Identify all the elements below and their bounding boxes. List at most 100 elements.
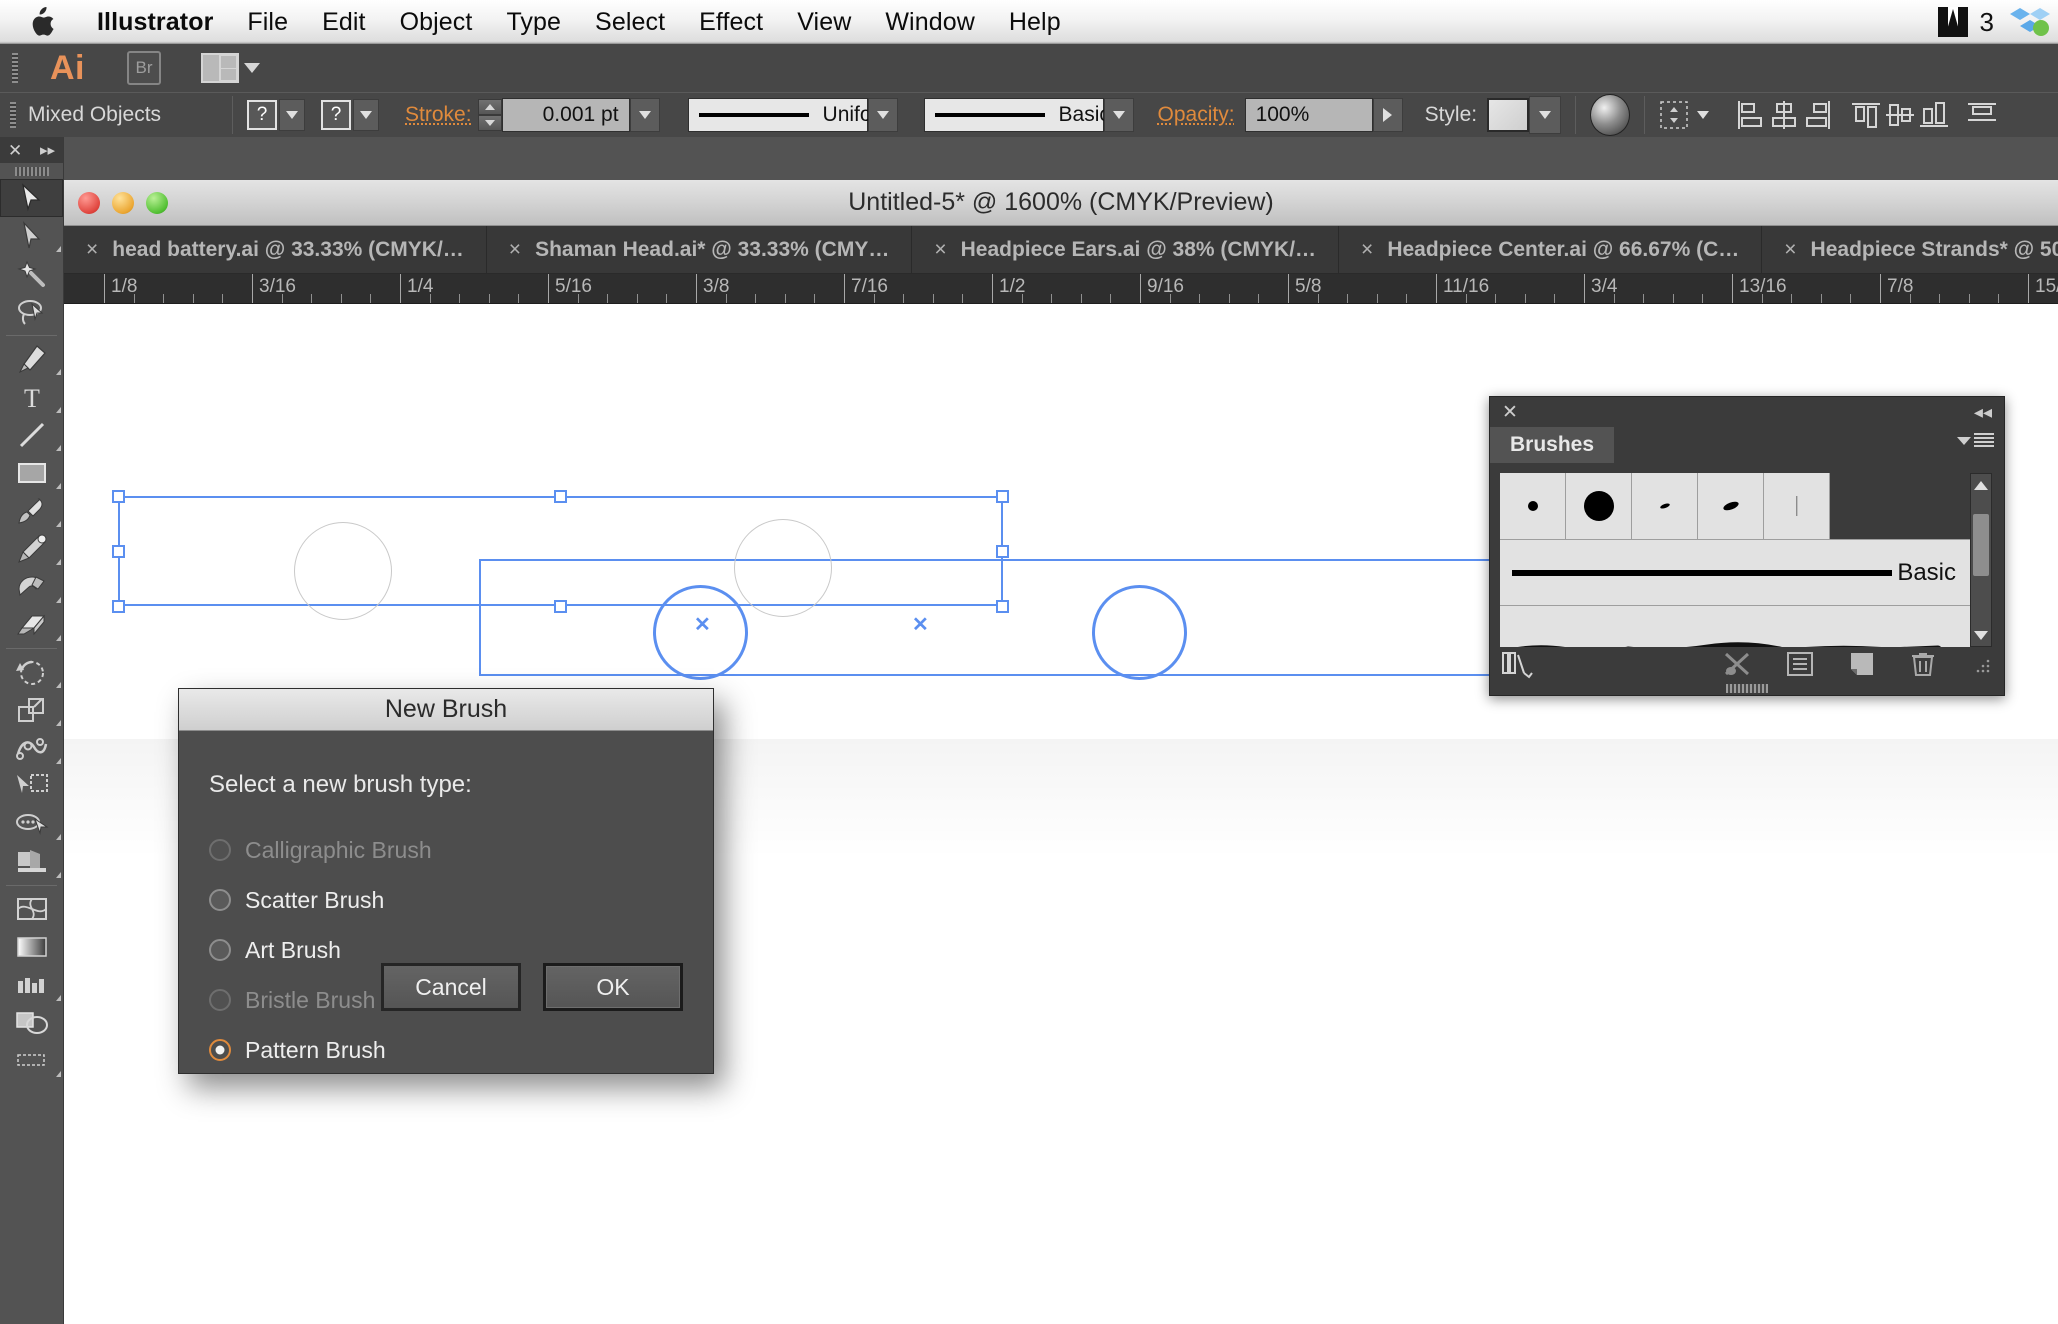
pencil-tool[interactable] bbox=[0, 530, 63, 568]
tools-panel-gripper[interactable] bbox=[0, 163, 63, 179]
stroke-weight-dropdown[interactable] bbox=[629, 98, 660, 132]
fill-color-control[interactable]: ? bbox=[247, 99, 305, 131]
scale-tool[interactable] bbox=[0, 691, 63, 729]
document-tab-2[interactable]: × Headpiece Ears.ai @ 38% (CMYK/… bbox=[912, 226, 1340, 273]
blob-brush-tool[interactable] bbox=[0, 568, 63, 606]
stroke-dropdown-button[interactable] bbox=[353, 99, 379, 131]
brushes-panel-titlebar[interactable]: ✕ ◂◂ bbox=[1490, 397, 2004, 427]
control-panel-gripper[interactable] bbox=[10, 102, 16, 128]
radio-label[interactable]: Pattern Brush bbox=[245, 1037, 386, 1064]
brush-swatch-10pt-round[interactable] bbox=[1566, 473, 1632, 539]
options-of-selected-object-icon[interactable] bbox=[1786, 651, 1814, 677]
gradient-tool[interactable] bbox=[0, 928, 63, 966]
tab-close-icon[interactable]: × bbox=[509, 238, 521, 262]
arrange-documents-button[interactable] bbox=[201, 53, 260, 83]
rectangle-tool[interactable] bbox=[0, 454, 63, 492]
brushes-list[interactable]: Basic bbox=[1500, 473, 1970, 647]
selection-handle[interactable] bbox=[996, 545, 1009, 558]
selection-handle[interactable] bbox=[112, 600, 125, 613]
dropbox-icon[interactable] bbox=[2010, 6, 2050, 38]
minimize-button[interactable] bbox=[112, 191, 134, 214]
panel-menu-icon[interactable] bbox=[1957, 433, 1994, 449]
art-brush-basic-row[interactable]: Basic bbox=[1500, 539, 1970, 605]
selection-handle[interactable] bbox=[554, 490, 567, 503]
artwork-circle-selected[interactable] bbox=[1092, 585, 1187, 680]
type-tool[interactable]: T bbox=[0, 378, 63, 416]
resize-grip-icon[interactable] bbox=[1970, 653, 1992, 675]
transform-panel-icon[interactable] bbox=[1659, 99, 1693, 131]
free-transform-tool[interactable] bbox=[0, 767, 63, 805]
stroke-weight-increase[interactable] bbox=[477, 99, 502, 115]
radio-label[interactable]: Art Brush bbox=[245, 937, 341, 964]
align-right-icon[interactable] bbox=[1801, 99, 1835, 131]
pen-tool[interactable] bbox=[0, 340, 63, 378]
artwork-ellipse[interactable] bbox=[734, 519, 832, 617]
brush-libraries-menu-icon[interactable] bbox=[1500, 649, 1538, 679]
double-chevron-left-icon[interactable]: ◂◂ bbox=[1974, 402, 1992, 423]
tab-close-icon[interactable]: × bbox=[86, 238, 98, 262]
artwork-ellipse[interactable] bbox=[294, 522, 392, 620]
mesh-tool[interactable] bbox=[0, 890, 63, 928]
brush-swatch-fine-line[interactable] bbox=[1764, 473, 1830, 539]
stroke-swatch-mixed[interactable]: ? bbox=[321, 100, 351, 130]
art-brush-charcoal-row[interactable] bbox=[1500, 605, 1970, 647]
stroke-color-control[interactable]: ? bbox=[321, 99, 379, 131]
radio-option-pattern-brush[interactable]: Pattern Brush bbox=[209, 1025, 713, 1075]
scrollbar-thumb[interactable] bbox=[1973, 514, 1989, 576]
lasso-tool[interactable] bbox=[0, 293, 63, 331]
menu-item-object[interactable]: Object bbox=[383, 0, 490, 44]
shape-builder-tool[interactable] bbox=[0, 805, 63, 843]
brush-swatch-small-tilt[interactable] bbox=[1698, 473, 1764, 539]
tab-brushes[interactable]: Brushes bbox=[1490, 427, 1615, 463]
tab-close-icon[interactable]: × bbox=[1784, 238, 1796, 262]
close-button[interactable] bbox=[78, 191, 100, 214]
rotate-tool[interactable] bbox=[0, 653, 63, 691]
opacity-label[interactable]: Opacity: bbox=[1158, 103, 1235, 127]
menu-item-view[interactable]: View bbox=[780, 0, 868, 44]
tab-close-icon[interactable]: × bbox=[1361, 238, 1373, 262]
brushes-panel-resize-gripper[interactable] bbox=[1490, 681, 2004, 695]
stroke-weight-stepper[interactable] bbox=[477, 99, 502, 131]
align-vertical-center-icon[interactable] bbox=[1883, 99, 1917, 131]
opacity-dropdown[interactable] bbox=[1372, 98, 1403, 132]
menu-item-type[interactable]: Type bbox=[489, 0, 578, 44]
graphic-style-dropdown[interactable] bbox=[1529, 96, 1562, 134]
radio-button[interactable] bbox=[209, 1039, 231, 1061]
new-brush-icon[interactable] bbox=[1848, 651, 1876, 677]
transform-dropdown[interactable] bbox=[1693, 99, 1713, 131]
document-tab-3[interactable]: × Headpiece Center.ai @ 66.67% (C… bbox=[1339, 226, 1763, 273]
window-title-bar[interactable]: Untitled-5* @ 1600% (CMYK/Preview) bbox=[64, 180, 2058, 226]
appbar-gripper[interactable] bbox=[12, 53, 18, 83]
align-top-icon[interactable] bbox=[1849, 99, 1883, 131]
magic-wand-tool[interactable] bbox=[0, 255, 63, 293]
width-tool[interactable] bbox=[0, 729, 63, 767]
apple-logo-icon[interactable] bbox=[28, 6, 54, 37]
brush-swatch-5pt-round[interactable] bbox=[1500, 473, 1566, 539]
selection-handle[interactable] bbox=[112, 490, 125, 503]
remove-brush-stroke-icon[interactable] bbox=[1722, 650, 1752, 678]
bridge-button[interactable]: Br bbox=[127, 51, 161, 85]
brush-definition-select[interactable]: Basic bbox=[923, 98, 1110, 132]
recolor-artwork-icon[interactable] bbox=[1590, 94, 1631, 136]
document-tab-0[interactable]: × head battery.ai @ 33.33% (CMYK/… bbox=[64, 226, 487, 273]
fill-dropdown-button[interactable] bbox=[279, 99, 305, 131]
ok-button[interactable]: OK bbox=[543, 963, 683, 1011]
artboard-tool[interactable] bbox=[0, 1004, 63, 1042]
menu-item-illustrator[interactable]: Illustrator bbox=[80, 0, 230, 44]
menu-item-file[interactable]: File bbox=[230, 0, 305, 44]
stroke-weight-decrease[interactable] bbox=[477, 115, 502, 131]
column-graph-tool[interactable] bbox=[0, 966, 63, 1004]
perspective-grid-tool[interactable] bbox=[0, 843, 63, 881]
selection-tool[interactable] bbox=[0, 179, 63, 217]
horizontal-ruler[interactable]: 1/8 3/16 1/4 5/16 3/8 7/16 1/2 9/16 5/8 11/16 3/4 1… bbox=[64, 274, 2058, 304]
distribute-top-icon[interactable] bbox=[1965, 99, 1999, 131]
selection-bounds-2[interactable] bbox=[479, 559, 1579, 676]
radio-option-scatter-brush[interactable]: Scatter Brush bbox=[209, 875, 713, 925]
eraser-tool[interactable] bbox=[0, 606, 63, 644]
radio-button[interactable] bbox=[209, 889, 231, 911]
adobe-cc-icon[interactable]: 3 bbox=[1936, 7, 1994, 38]
brush-swatch-thin-tilt[interactable] bbox=[1632, 473, 1698, 539]
align-horizontal-center-icon[interactable] bbox=[1767, 99, 1801, 131]
line-segment-tool[interactable] bbox=[0, 416, 63, 454]
menu-item-select[interactable]: Select bbox=[578, 0, 682, 44]
